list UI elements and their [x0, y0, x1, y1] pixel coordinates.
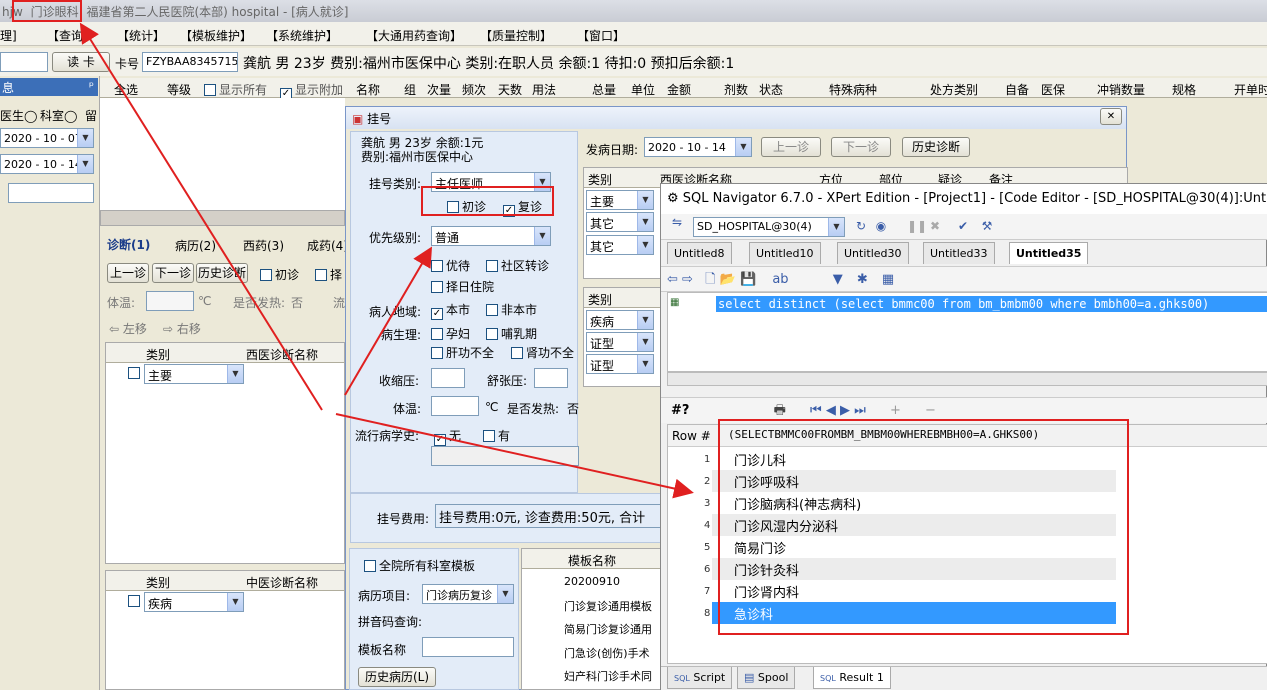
arrow-to-result [335, 413, 694, 499]
annotation-arrows [79, 22, 694, 499]
arrow-to-dept [79, 22, 323, 411]
arrow-to-visit [344, 246, 433, 396]
